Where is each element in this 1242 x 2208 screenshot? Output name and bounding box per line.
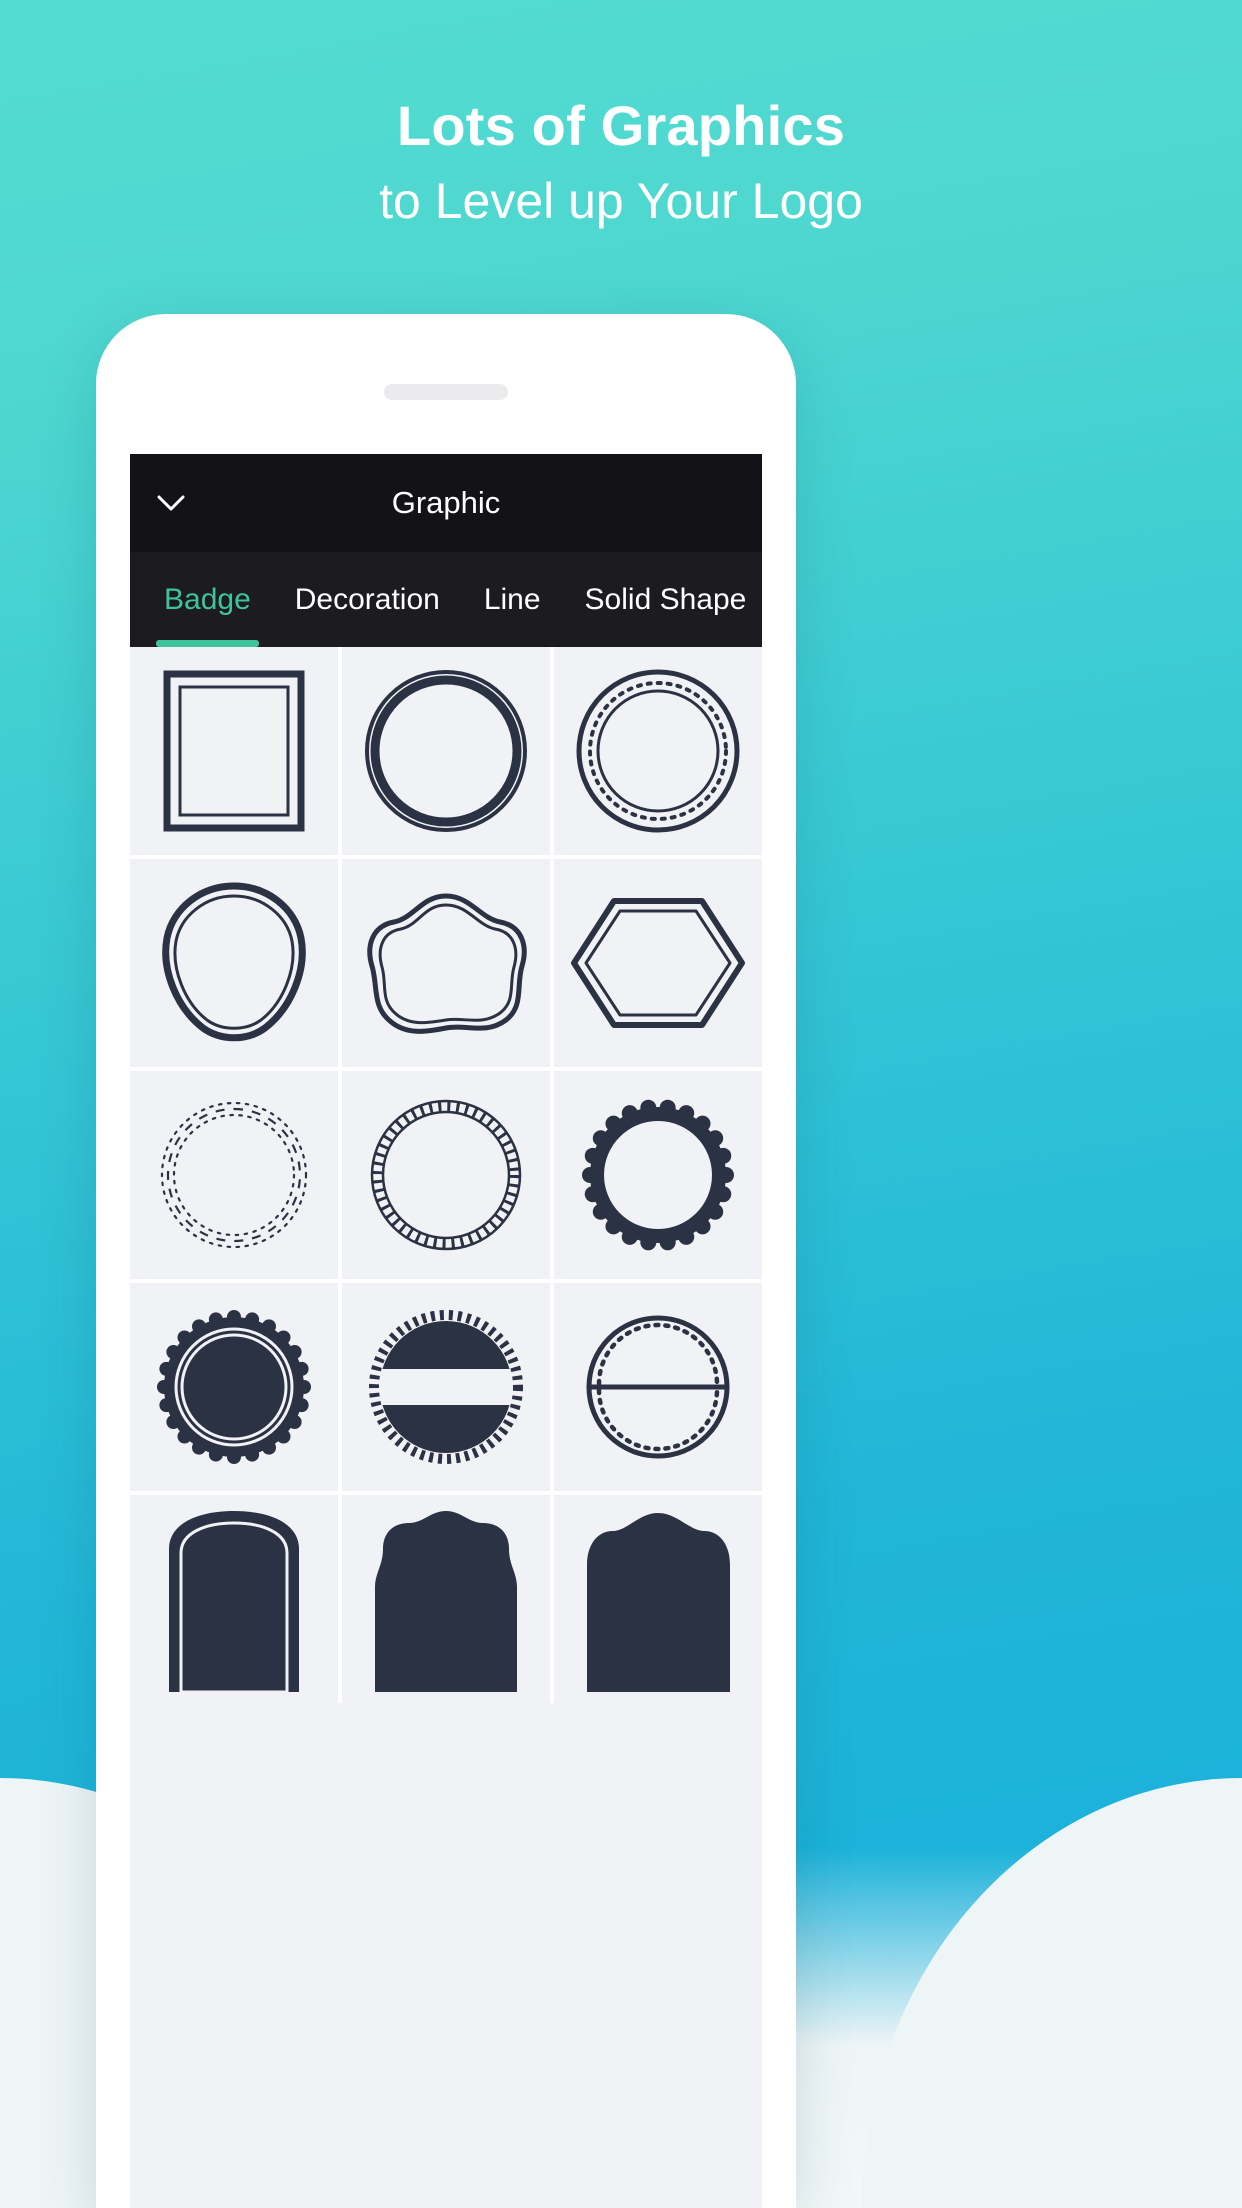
double-line-rectangle-frame-icon — [163, 670, 305, 832]
tab-badge[interactable]: Badge — [142, 552, 273, 647]
promo-headline: Lots of Graphics to Level up Your Logo — [0, 94, 1242, 236]
graphic-cell[interactable] — [554, 1071, 762, 1279]
graphic-cell[interactable] — [130, 647, 338, 855]
tab-decoration[interactable]: Decoration — [273, 552, 462, 647]
app-header-bar: Graphic — [130, 454, 762, 552]
graphic-cell[interactable] — [130, 1283, 338, 1491]
phone-earpiece-speaker — [384, 384, 508, 400]
phone-mockup: Graphic Badge Decoration Line Solid Shap… — [96, 314, 796, 2208]
page-title: Graphic — [391, 485, 501, 520]
graphic-cell[interactable] — [342, 1283, 550, 1491]
graphics-grid — [130, 647, 762, 1703]
category-tab-bar: Badge Decoration Line Solid Shape — [130, 552, 762, 647]
split-dotted-circle-outline-icon — [586, 1315, 730, 1459]
graphic-cell[interactable] — [554, 1495, 762, 1703]
graphic-cell[interactable] — [130, 859, 338, 1067]
graphic-cell[interactable] — [342, 1495, 550, 1703]
tab-badge-label: Badge — [164, 582, 251, 616]
graphic-cell[interactable] — [554, 1283, 762, 1491]
wavy-blob-outline-icon — [367, 893, 527, 1034]
solid-bracket-shape-icon — [586, 1512, 730, 1692]
graphic-cell[interactable] — [342, 647, 550, 855]
chevron-down-icon[interactable] — [154, 486, 188, 520]
solid-arched-shield-icon — [169, 1510, 299, 1692]
solid-ornate-frame-icon — [375, 1510, 517, 1692]
dotted-ring-circle-icon — [576, 669, 740, 833]
headline-line-1: Lots of Graphics — [396, 94, 846, 157]
tab-solid-shape[interactable]: Solid Shape — [563, 552, 762, 647]
wide-hexagon-outline-icon — [571, 898, 745, 1028]
graphic-cell[interactable] — [342, 859, 550, 1067]
background-wedge-right — [862, 1778, 1242, 2208]
graphic-cell[interactable] — [554, 647, 762, 855]
graphic-cell[interactable] — [554, 859, 762, 1067]
graphic-cell[interactable] — [342, 1071, 550, 1279]
tab-line-label: Line — [483, 582, 541, 616]
headline-line-2: to Level up Your Logo — [379, 173, 863, 230]
scalloped-dotted-circle-icon — [160, 1101, 308, 1249]
tab-decoration-label: Decoration — [294, 582, 440, 616]
rope-circle-outline-icon — [370, 1099, 522, 1251]
graphic-cell[interactable] — [130, 1495, 338, 1703]
tab-line[interactable]: Line — [462, 552, 563, 647]
solid-scalloped-badge-ring-icon — [157, 1310, 311, 1464]
split-banner-circle-rope-icon — [369, 1310, 523, 1464]
app-screen: Graphic Badge Decoration Line Solid Shap… — [130, 454, 762, 2208]
graphic-cell[interactable] — [130, 1071, 338, 1279]
rounded-hexagon-outline-icon — [162, 882, 306, 1042]
tab-solid-shape-label: Solid Shape — [584, 582, 747, 616]
double-circle-outline-icon — [365, 670, 527, 832]
solid-scalloped-circle-icon — [582, 1099, 734, 1251]
